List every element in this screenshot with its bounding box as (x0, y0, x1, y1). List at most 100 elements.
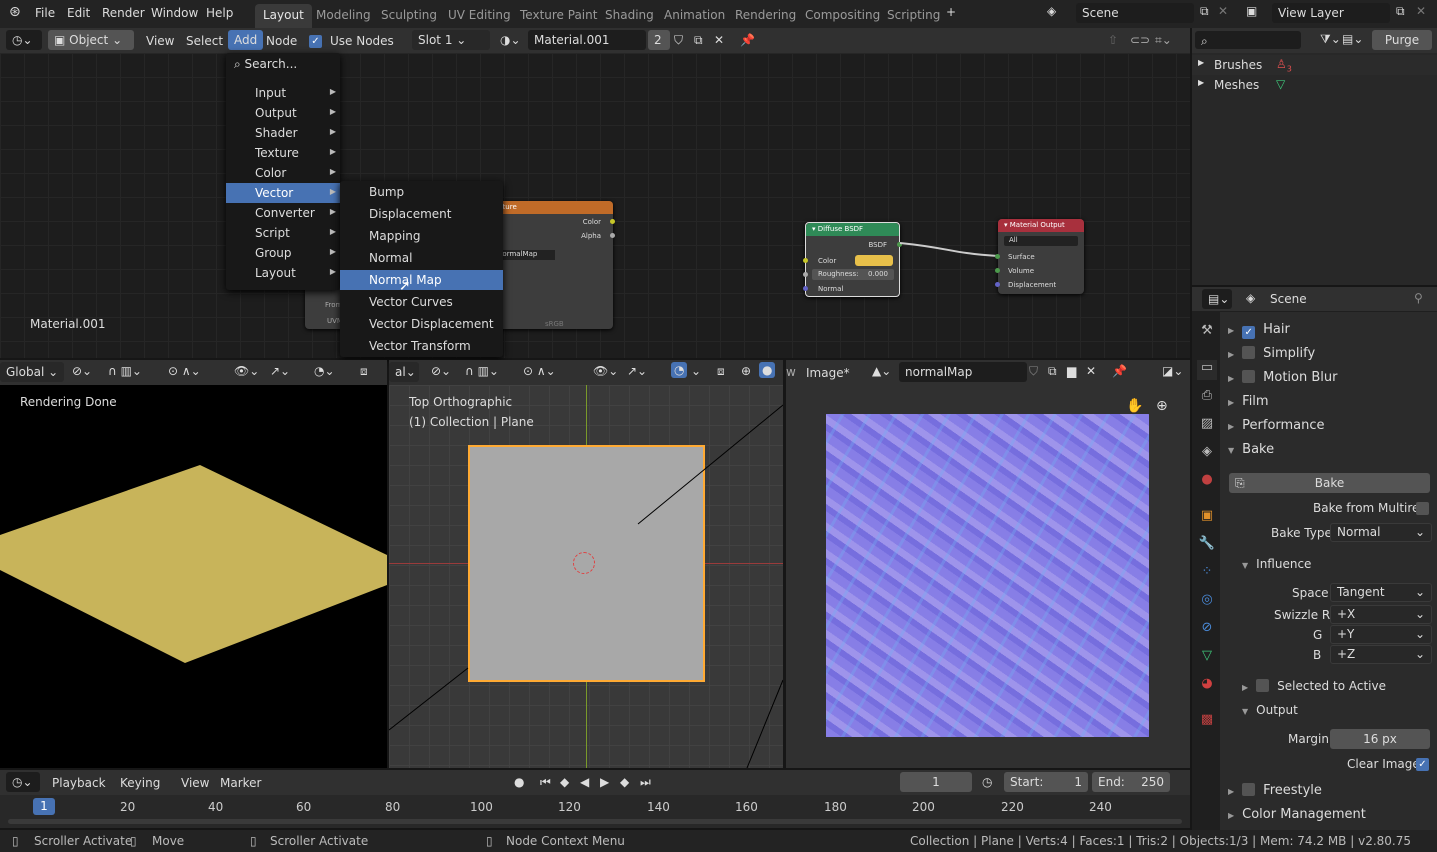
3d-cursor-icon[interactable] (573, 552, 595, 574)
panel-motion-blur[interactable]: ▶ Motion Blur (1222, 370, 1434, 394)
end-frame-field[interactable]: End: 250 (1092, 772, 1170, 792)
marker-menu[interactable]: Marker (220, 776, 261, 790)
modifier-tab-icon[interactable]: 🔧 (1197, 536, 1217, 556)
preview-range-icon[interactable]: ◷ (982, 775, 992, 789)
menu-item-script[interactable]: Script ▶ (226, 223, 340, 243)
data-tab-icon[interactable]: ▽ (1197, 648, 1217, 668)
scene-field[interactable]: Scene (1076, 3, 1194, 23)
fake-user-shield-icon[interactable]: ⛉ (674, 33, 683, 48)
scene-tab-icon[interactable]: ◈ (1197, 444, 1217, 464)
input-socket-displacement[interactable] (995, 282, 1000, 287)
pin-icon[interactable]: 📌 (740, 33, 755, 47)
menu-item-group[interactable]: Group ▶ (226, 243, 340, 263)
zoom-icon[interactable]: ⊕ (1156, 398, 1168, 414)
view-menu[interactable]: View (181, 776, 209, 790)
material-users-count[interactable]: 2 (648, 30, 670, 50)
panel-freestyle[interactable]: ▶ Freestyle (1222, 783, 1434, 807)
outliner-search-input[interactable]: ⌕ (1195, 31, 1301, 49)
panel-output[interactable]: ▼ Output (1242, 703, 1298, 717)
prev-keyframe-icon[interactable]: ◆ (560, 775, 569, 789)
tab-scripting[interactable]: Scripting (879, 4, 948, 28)
tab-sculpting[interactable]: Sculpting (373, 4, 445, 28)
menu-item-input[interactable]: Input ▶ (226, 83, 340, 103)
unlink-material-icon[interactable]: ✕ (714, 33, 724, 47)
current-frame-field[interactable]: 1 (900, 772, 972, 792)
panel-influence[interactable]: ▼ Influence (1242, 557, 1311, 571)
menu-add[interactable]: Add (228, 30, 264, 50)
menu-item-vector[interactable]: Vector ▶ (226, 183, 340, 203)
hair-checkbox[interactable]: ✓ (1242, 326, 1256, 339)
visibility-icon[interactable]: 👁⌄ (234, 364, 259, 378)
menu-item-bump[interactable]: Bump (340, 182, 503, 202)
menu-item-color[interactable]: Color ▶ (226, 163, 340, 183)
tab-uv-editing[interactable]: UV Editing (440, 4, 519, 28)
xray-icon[interactable]: ⧈ (360, 364, 368, 379)
input-socket-volume[interactable] (995, 268, 1000, 273)
object-tab-icon[interactable]: ▣ (1197, 508, 1217, 528)
swizzle-b-select[interactable]: +Z ⌄ (1330, 645, 1432, 664)
swizzle-g-select[interactable]: +Y ⌄ (1330, 625, 1432, 644)
transform-orientation-select[interactable]: Global ⌄ (0, 362, 64, 382)
mode-select[interactable]: ▣ Object ⌄ (48, 30, 134, 50)
slot-select[interactable]: Slot 1 ⌄ (412, 30, 490, 50)
freestyle-checkbox[interactable] (1242, 783, 1256, 796)
proportional-edit-icon[interactable]: ⊙ ∧⌄ (168, 364, 201, 378)
menu-item-vector-displacement[interactable]: Vector Displacement (340, 314, 503, 334)
keying-menu[interactable]: Keying (120, 776, 160, 790)
unlink-image-icon[interactable]: ✕ (1086, 364, 1096, 378)
add-workspace-icon[interactable]: + (946, 5, 956, 19)
input-socket-surface[interactable] (995, 254, 1000, 259)
motion-blur-checkbox[interactable] (1242, 370, 1256, 383)
space-select[interactable]: Tangent ⌄ (1330, 583, 1432, 602)
menu-node[interactable]: Node (266, 34, 297, 48)
panel-selected-to-active[interactable]: ▶ Selected to Active (1242, 679, 1386, 693)
jump-start-icon[interactable]: ⏮ (540, 775, 551, 790)
expand-arrow-icon[interactable]: ▶ (1198, 58, 1204, 67)
menu-item-layout[interactable]: Layout ▶ (226, 263, 340, 283)
render-tab-icon[interactable]: ▭ (1197, 360, 1217, 380)
menu-search[interactable]: ⌕ Search... (226, 54, 340, 74)
delete-view-layer-icon[interactable]: ✕ (1416, 4, 1426, 18)
tab-modeling[interactable]: Modeling (308, 4, 379, 28)
tab-rendering[interactable]: Rendering (727, 4, 804, 28)
menu-item-output[interactable]: Output ▶ (226, 103, 340, 123)
physics-tab-icon[interactable]: ◎ (1197, 592, 1217, 612)
world-tab-icon[interactable]: ● (1197, 472, 1217, 492)
view-layer-icon[interactable]: ▣ (1246, 4, 1257, 18)
scene-icon[interactable]: ◈ (1047, 4, 1056, 18)
playback-menu[interactable]: Playback (52, 776, 106, 790)
tool-tab-icon[interactable]: ⚒ (1197, 323, 1217, 343)
blender-logo-icon[interactable]: ⊛ (9, 4, 21, 20)
tab-compositing[interactable]: Compositing (797, 4, 888, 28)
play-icon[interactable]: ▶ (600, 775, 609, 789)
timeline-scrollbar[interactable] (8, 819, 1182, 824)
panel-hair[interactable]: ▶ ✓ Hair (1222, 322, 1434, 346)
play-reverse-icon[interactable]: ◀ (580, 775, 589, 789)
start-frame-field[interactable]: Start: 1 (1004, 772, 1088, 792)
tab-animation[interactable]: Animation (656, 4, 733, 28)
selected-to-active-checkbox[interactable] (1256, 679, 1270, 692)
menu-item-converter[interactable]: Converter ▶ (226, 203, 340, 223)
new-scene-icon[interactable]: ⧉ (1200, 4, 1209, 19)
particles-tab-icon[interactable]: ⁘ (1197, 564, 1217, 584)
snap-icon[interactable]: ⊂⊃ (1130, 33, 1150, 47)
panel-performance[interactable]: ▶ Performance (1222, 418, 1434, 442)
material-tab-icon[interactable]: ◕ (1197, 676, 1217, 696)
menu-select[interactable]: Select (186, 34, 223, 48)
menu-render[interactable]: Render (102, 6, 145, 20)
panel-simplify[interactable]: ▶ Simplify (1222, 346, 1434, 370)
expand-arrow-icon[interactable]: ▶ (1198, 78, 1204, 87)
duplicate-material-icon[interactable]: ⧉ (694, 33, 703, 48)
editor-type-icon[interactable]: ◷⌄ (6, 772, 40, 792)
menu-item-shader[interactable]: Shader ▶ (226, 123, 340, 143)
output-tab-icon[interactable]: ⎙ (1197, 388, 1217, 408)
bake-button[interactable]: ⎘ Bake (1229, 473, 1430, 493)
panel-color-management[interactable]: ▶ Color Management (1222, 807, 1434, 831)
constraints-tab-icon[interactable]: ⊘ (1197, 620, 1217, 640)
delete-scene-icon[interactable]: ✕ (1218, 4, 1228, 18)
material-name-field[interactable]: Material.001 (528, 30, 646, 50)
target-select[interactable]: All (1004, 236, 1078, 246)
parent-node-icon[interactable]: ⇧ (1108, 33, 1118, 47)
display-mode-icon[interactable]: ▤⌄ (1342, 32, 1363, 46)
material-output-node[interactable]: ▾ Material Output All Surface Volume Dis… (995, 219, 1084, 294)
